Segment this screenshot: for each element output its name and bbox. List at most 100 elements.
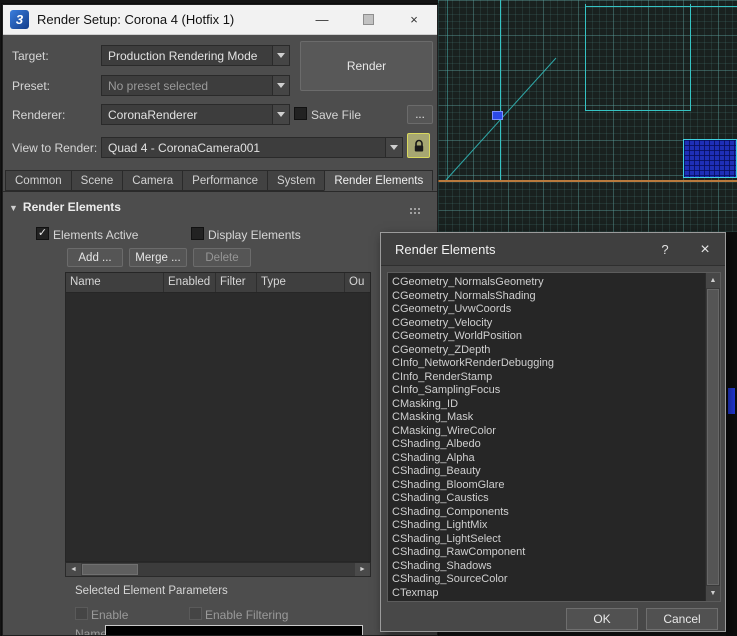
selected-object-blue xyxy=(683,139,737,178)
list-item[interactable]: CShading_LightMix xyxy=(392,519,705,533)
tab-system[interactable]: System xyxy=(267,170,326,191)
target-dropdown[interactable]: Production Rendering Mode xyxy=(101,45,290,66)
list-item[interactable]: CShading_Caustics xyxy=(392,492,705,506)
preset-dropdown-value: No preset selected xyxy=(108,78,209,93)
browse-button[interactable]: ... xyxy=(407,105,433,124)
chevron-down-icon xyxy=(272,76,289,95)
ok-button[interactable]: OK xyxy=(566,608,638,630)
scroll-right-icon[interactable]: ► xyxy=(355,563,370,576)
view-to-render-value: Quad 4 - CoronaCamera001 xyxy=(108,140,261,155)
table-horizontal-scrollbar[interactable]: ◄ ► xyxy=(65,562,371,577)
enable-checkbox[interactable] xyxy=(75,607,88,620)
dialog-close-button[interactable]: × xyxy=(691,233,719,266)
minimize-button[interactable]: — xyxy=(299,5,345,34)
viewport[interactable] xyxy=(438,0,737,232)
target-label: Target: xyxy=(12,49,49,63)
add-button[interactable]: Add ... xyxy=(67,248,123,267)
renderer-label: Renderer: xyxy=(12,108,66,122)
element-name-input[interactable] xyxy=(105,625,363,635)
list-item[interactable]: CInfo_NetworkRenderDebugging xyxy=(392,357,705,371)
save-file-checkbox[interactable] xyxy=(294,107,307,120)
list-item[interactable]: CMasking_Mask xyxy=(392,411,705,425)
list-item[interactable]: CGeometry_Velocity xyxy=(392,317,705,331)
checkmark-icon: ✓ xyxy=(37,227,48,239)
column-header-type[interactable]: Type xyxy=(257,273,345,292)
element-type-items: CGeometry_NormalsGeometry CGeometry_Norm… xyxy=(388,274,705,601)
elements-table-body[interactable] xyxy=(66,293,370,561)
maximize-button[interactable] xyxy=(345,5,391,34)
window-title: Render Setup: Corona 4 (Hotfix 1) xyxy=(37,12,235,27)
list-item[interactable]: CShading_SourceColor xyxy=(392,573,705,587)
list-item[interactable]: CShading_Components xyxy=(392,506,705,520)
dialog-titlebar[interactable]: Render Elements ? × xyxy=(381,233,725,266)
view-to-render-dropdown[interactable]: Quad 4 - CoronaCamera001 xyxy=(101,137,403,158)
render-elements-dialog: Render Elements ? × CGeometry_NormalsGeo… xyxy=(380,232,726,632)
render-setup-tabs: Common Scene Camera Performance System R… xyxy=(5,170,434,191)
scroll-down-icon[interactable]: ▼ xyxy=(706,586,720,601)
tab-scene[interactable]: Scene xyxy=(70,170,124,191)
renderer-dropdown-value: CoronaRenderer xyxy=(108,107,198,122)
display-elements-checkbox[interactable] xyxy=(191,227,204,240)
scrollbar-thumb[interactable] xyxy=(707,289,719,585)
column-header-output[interactable]: Ou xyxy=(345,273,370,292)
selected-element-parameters-title: Selected Element Parameters xyxy=(75,585,228,597)
list-item[interactable]: CInfo_SamplingFocus xyxy=(392,384,705,398)
chevron-down-icon xyxy=(272,46,289,65)
list-item[interactable]: CGeometry_WorldPosition xyxy=(392,330,705,344)
list-item[interactable]: CGeometry_ZDepth xyxy=(392,344,705,358)
scroll-up-icon[interactable]: ▲ xyxy=(706,273,720,288)
list-item[interactable]: CGeometry_UvwCoords xyxy=(392,303,705,317)
cancel-button[interactable]: Cancel xyxy=(646,608,718,630)
enable-filtering-checkbox[interactable] xyxy=(189,607,202,620)
elements-table-header: Name Enabled Filter Type Ou xyxy=(66,273,370,293)
element-type-list[interactable]: CGeometry_NormalsGeometry CGeometry_Norm… xyxy=(387,272,721,602)
elements-table: Name Enabled Filter Type Ou xyxy=(65,272,371,562)
list-item[interactable]: CInfo_RenderStamp xyxy=(392,371,705,385)
screen: 3 Render Setup: Corona 4 (Hotfix 1) — × … xyxy=(0,0,737,636)
render-elements-rollout-header[interactable]: ▼ Render Elements xyxy=(9,200,121,214)
save-file-label: Save File xyxy=(311,108,362,122)
list-item[interactable]: CShading_Shadows xyxy=(392,560,705,574)
help-button[interactable]: ? xyxy=(651,233,679,266)
elements-active-checkbox[interactable]: ✓ xyxy=(36,227,49,240)
lock-view-button[interactable] xyxy=(407,133,430,158)
list-item[interactable]: CGeometry_NormalsGeometry xyxy=(392,276,705,290)
chevron-down-icon xyxy=(272,105,289,124)
list-item[interactable]: CShading_BloomGlare xyxy=(392,479,705,493)
vertex-marker xyxy=(492,111,503,120)
spline-orange-line xyxy=(438,180,737,182)
tab-common[interactable]: Common xyxy=(5,170,72,191)
lock-icon xyxy=(414,139,423,151)
merge-button[interactable]: Merge ... xyxy=(129,248,187,267)
app-icon: 3 xyxy=(10,10,29,29)
scrollbar-track[interactable] xyxy=(81,563,355,576)
list-item[interactable]: CShading_Albedo xyxy=(392,438,705,452)
tab-render-elements[interactable]: Render Elements xyxy=(324,170,434,191)
list-item[interactable]: CShading_LightSelect xyxy=(392,533,705,547)
preset-label: Preset: xyxy=(12,79,51,93)
list-item[interactable]: CShading_Beauty xyxy=(392,465,705,479)
tab-camera[interactable]: Camera xyxy=(122,170,184,191)
list-item[interactable]: CMasking_ID xyxy=(392,398,705,412)
list-item[interactable]: CShading_RawComponent xyxy=(392,546,705,560)
list-vertical-scrollbar[interactable]: ▲ ▼ xyxy=(705,273,720,601)
list-item[interactable]: CTexmap xyxy=(392,587,705,601)
tab-performance[interactable]: Performance xyxy=(182,170,269,191)
column-header-enabled[interactable]: Enabled xyxy=(164,273,216,292)
close-button[interactable]: × xyxy=(391,5,437,34)
column-header-filter[interactable]: Filter xyxy=(216,273,257,292)
list-item[interactable]: CMasking_WireColor xyxy=(392,425,705,439)
rollout-title: Render Elements xyxy=(22,200,121,214)
render-button[interactable]: Render xyxy=(300,41,433,91)
maximize-icon xyxy=(362,14,374,25)
column-header-name[interactable]: Name xyxy=(66,273,164,292)
list-item[interactable]: CShading_Alpha xyxy=(392,452,705,466)
render-setup-titlebar[interactable]: 3 Render Setup: Corona 4 (Hotfix 1) — × xyxy=(3,5,437,35)
delete-button[interactable]: Delete xyxy=(193,248,251,267)
scrollbar-thumb[interactable] xyxy=(82,564,138,575)
renderer-dropdown[interactable]: CoronaRenderer xyxy=(101,104,290,125)
scroll-left-icon[interactable]: ◄ xyxy=(66,563,81,576)
preset-dropdown[interactable]: No preset selected xyxy=(101,75,290,96)
list-item[interactable]: CGeometry_NormalsShading xyxy=(392,290,705,304)
rollout-drag-dots-icon xyxy=(409,207,421,215)
